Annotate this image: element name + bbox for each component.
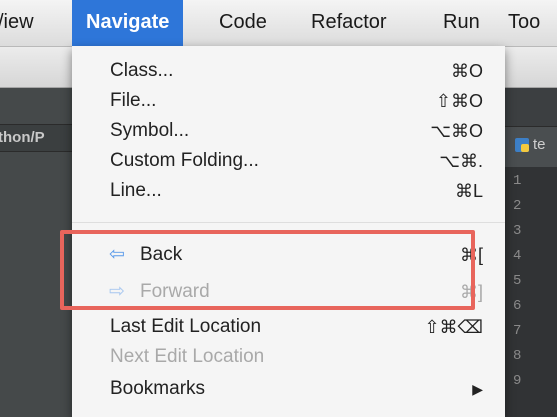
menu-item-symbol[interactable]: Symbol... ⌥⌘O	[72, 116, 505, 146]
line-number: 3	[513, 223, 522, 239]
menu-item-last-edit-location[interactable]: Last Edit Location ⇧⌘⌫	[72, 312, 505, 342]
menu-item-label: Last Edit Location	[110, 316, 262, 337]
line-number: 4	[513, 248, 522, 264]
line-number: 6	[513, 298, 522, 314]
line-number: 9	[513, 373, 522, 389]
menu-item-label: Next Edit Location	[110, 346, 265, 367]
menu-item-label: Symbol...	[110, 120, 190, 141]
project-path: thon/P	[0, 129, 45, 146]
menu-separator	[72, 222, 505, 223]
menu-item-shortcut: ⇧⌘O	[435, 91, 483, 111]
menu-item-shortcut: ⌘L	[454, 181, 483, 201]
highlight-box	[60, 230, 475, 310]
menu-item-next-edit-location[interactable]: Next Edit Location	[72, 342, 505, 372]
editor-area: te 1 2 3 4 5 6 7 8 9	[505, 88, 557, 417]
menu-view[interactable]: /iew	[0, 0, 34, 46]
menu-item-label: Line...	[110, 180, 162, 201]
python-file-icon	[515, 138, 529, 152]
menu-item-class[interactable]: Class... ⌘O	[72, 56, 505, 86]
menu-item-bookmarks[interactable]: Bookmarks ▶	[72, 374, 505, 404]
line-number: 8	[513, 348, 522, 364]
menu-item-shortcut: ⌥⌘O	[430, 121, 483, 141]
menu-code[interactable]: Code	[219, 0, 267, 46]
line-number: 5	[513, 273, 522, 289]
line-number: 1	[513, 173, 522, 189]
menu-item-label: File...	[110, 90, 157, 111]
menu-item-line[interactable]: Line... ⌘L	[72, 176, 505, 206]
editor-tab-label: te	[533, 136, 546, 153]
menu-item-shortcut: ⌘O	[450, 61, 483, 81]
menu-item-shortcut: ⇧⌘⌫	[424, 317, 483, 337]
editor-tab[interactable]	[505, 126, 557, 167]
menu-item-label: Custom Folding...	[110, 150, 259, 171]
menu-refactor[interactable]: Refactor	[311, 0, 387, 46]
menu-navigate[interactable]: Navigate	[72, 0, 184, 46]
menu-tools[interactable]: Too	[508, 0, 540, 46]
menu-run[interactable]: Run	[443, 0, 480, 46]
line-number: 2	[513, 198, 522, 214]
line-number: 7	[513, 323, 522, 339]
menu-item-custom-folding[interactable]: Custom Folding... ⌥⌘.	[72, 146, 505, 176]
line-gutter: 1 2 3 4 5 6 7 8 9	[505, 167, 557, 417]
menu-bar: /iew Navigate Code Refactor Run Too	[0, 0, 557, 47]
submenu-arrow-icon: ▶	[472, 381, 483, 397]
menu-item-label: Class...	[110, 60, 174, 81]
menu-item-file[interactable]: File... ⇧⌘O	[72, 86, 505, 116]
menu-item-shortcut: ⌥⌘.	[439, 151, 483, 171]
menu-item-label: Bookmarks	[110, 378, 206, 399]
